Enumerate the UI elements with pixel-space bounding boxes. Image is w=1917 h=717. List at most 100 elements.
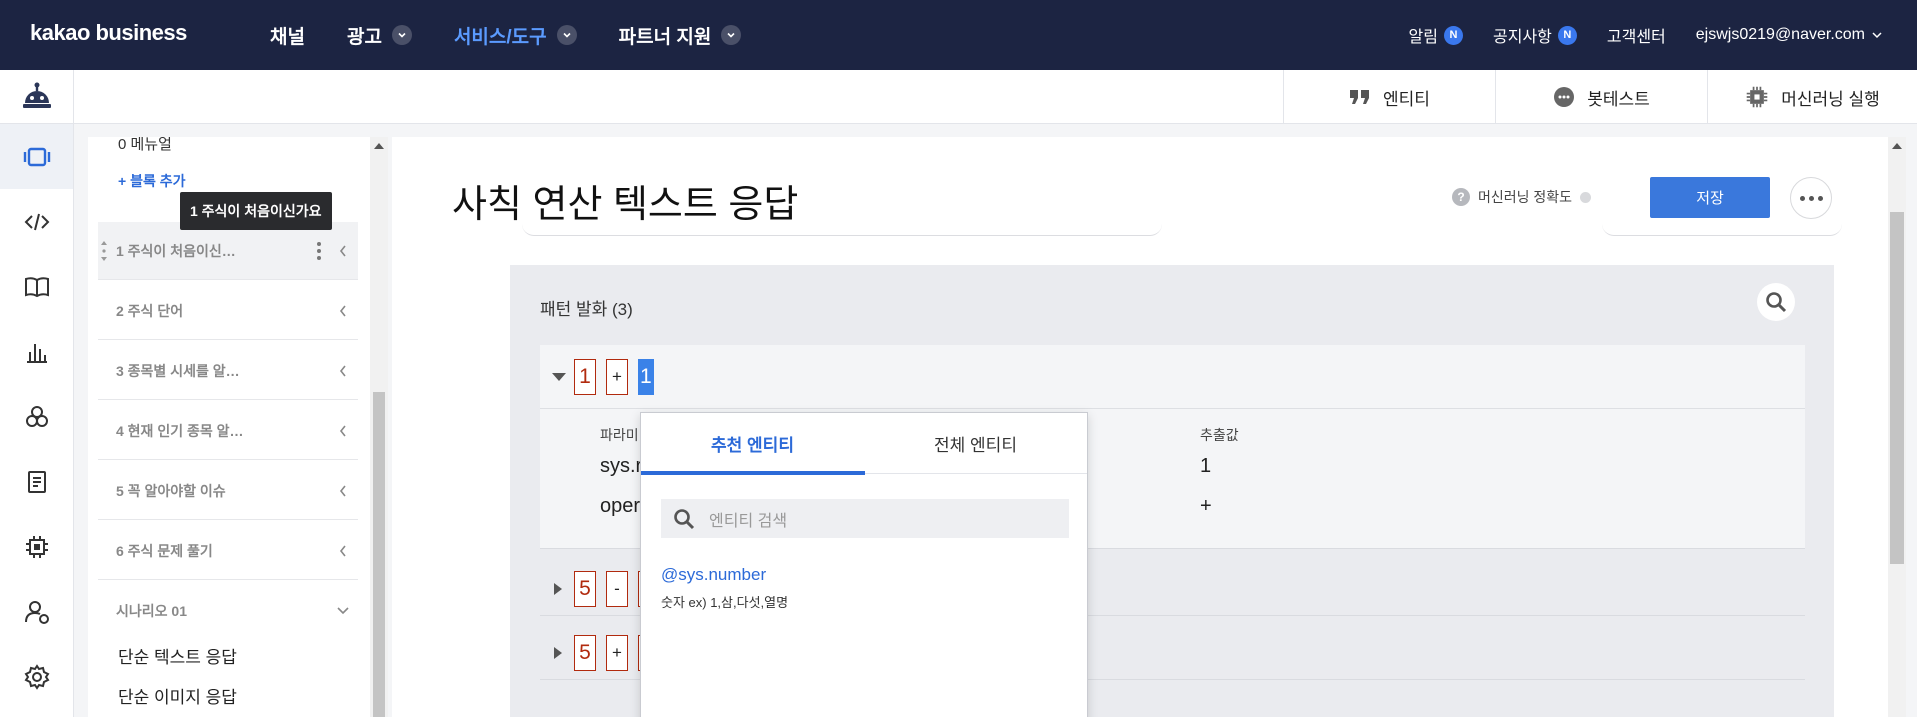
chevron-left-icon[interactable] [338,544,348,558]
bottest-button[interactable]: 봇테스트 [1495,70,1707,124]
param-name[interactable]: oper [600,495,640,518]
new-badge: N [1557,25,1577,45]
book-icon [24,276,49,297]
rail-code[interactable] [0,189,73,254]
search-button[interactable] [1757,283,1795,321]
scroll-up-arrow-icon[interactable] [374,143,384,149]
bottest-label: 봇테스트 [1587,89,1650,109]
block-label: 3 종목별 시세를 알… [116,362,240,379]
account-email: ejswjs0219@naver.com [1695,26,1865,43]
scenario-group[interactable]: 시나리오 01 [98,582,358,640]
chevron-left-icon[interactable] [338,364,348,378]
expand-triangle-icon[interactable] [554,647,562,659]
block-item[interactable]: 6 주식 문제 풀기 [98,522,358,580]
token[interactable]: 1 [574,359,596,395]
kakao-business-logo[interactable]: kakao business [30,20,187,46]
rail-document[interactable] [0,449,73,514]
bot-icon[interactable] [0,70,73,124]
list-scrollbar[interactable] [370,137,388,717]
expand-triangle-icon[interactable] [554,583,562,595]
settings-icon [24,663,49,690]
search-icon [1766,292,1787,313]
chevron-left-icon[interactable] [338,244,348,258]
block-label: 1 주식이 처음이신… [116,242,236,259]
main-content: 사칙 연산 텍스트 응답 ? 머신러닝 정확도 저장 패턴 발화 (3) 1 +… [392,137,1888,717]
help-icon[interactable]: ? [1452,188,1470,206]
entity-button[interactable]: 엔티티 [1283,70,1495,124]
chevron-left-icon[interactable] [338,424,348,438]
ml-run-button[interactable]: 머신러닝 실행 [1707,70,1917,124]
alerts-link[interactable]: 알림 N [1409,23,1463,47]
rail-skill[interactable] [0,384,73,449]
block-label: 2 주식 단어 [116,302,184,319]
main-scrollbar[interactable] [1888,137,1906,717]
rail-knowledge[interactable] [0,254,73,319]
account-menu[interactable]: ejswjs0219@naver.com [1696,26,1883,44]
rail-settings[interactable] [0,644,73,709]
block-item[interactable]: 4 현재 인기 종목 알… [98,402,358,460]
scroll-up-arrow-icon[interactable] [1892,143,1902,149]
block-label: 4 현재 인기 종목 알… [116,422,244,439]
chip-icon [1746,86,1768,108]
nav-partner-label: 파트너 지원 [618,26,712,48]
rail-user-settings[interactable] [0,579,73,644]
entity-search-field[interactable]: 엔티티 검색 [661,499,1069,538]
extract-header: 추출값 [1200,427,1239,443]
entity-dropdown: 추천 엔티티 전체 엔티티 엔티티 검색 @sys.number 숫자 ex) … [640,412,1088,717]
chevron-down-icon [391,25,412,45]
kebab-menu-icon[interactable] [316,241,322,261]
nav-channel[interactable]: 채널 [270,22,305,49]
token[interactable]: 5 [574,635,596,671]
support-link[interactable]: 고객센터 [1607,23,1666,47]
block-label: 6 주식 문제 풀기 [116,542,213,559]
chart-icon [26,343,47,363]
tab-recommended-entity[interactable]: 추천 엔티티 [641,413,865,475]
nav-ads[interactable]: 광고 [347,22,412,49]
token[interactable]: + [606,359,628,395]
param-value: 1 [1200,455,1212,477]
block-item[interactable]: 3 종목별 시세를 알… [98,342,358,400]
more-options-button[interactable] [1790,177,1832,219]
block-item[interactable]: 1 주식이 처음이신… [98,222,358,280]
token-selected[interactable]: 1 [638,359,654,395]
rail-scenario[interactable] [0,124,73,189]
chevron-left-icon[interactable] [338,304,348,318]
page-title: 사칙 연산 텍스트 응답 [452,184,799,226]
chevron-left-icon[interactable] [338,484,348,498]
left-rail [0,70,74,717]
drag-handle-icon[interactable] [100,241,108,261]
chevron-down-icon[interactable] [336,606,350,616]
token[interactable]: + [606,635,628,671]
param-value: + [1200,495,1212,517]
main-menu: 채널 광고 서비스/도구 파트너 지원 [270,0,742,70]
rail-analytics[interactable] [0,319,73,384]
save-button[interactable]: 저장 [1650,177,1770,218]
block-item[interactable]: 2 주식 단어 [98,282,358,340]
sub-item[interactable]: 단순 텍스트 응답 [118,643,237,668]
ml-accuracy-label: 머신러닝 정확도 [1478,189,1573,205]
nav-partner-support[interactable]: 파트너 지원 [619,22,742,49]
scroll-thumb[interactable] [1890,212,1904,564]
block-item[interactable]: 5 꼭 알아야할 이슈 [98,462,358,520]
tab-all-entity[interactable]: 전체 엔티티 [864,413,1087,474]
notice-link[interactable]: 공지사항 N [1493,23,1577,47]
token[interactable]: 5 [574,571,596,607]
search-icon [674,508,695,529]
chevron-down-icon [721,25,742,45]
nav-services-tools[interactable]: 서비스/도구 [454,22,577,49]
rail-ml[interactable] [0,514,73,579]
sub-item[interactable]: 단순 이미지 응답 [118,683,237,708]
token[interactable]: - [606,571,628,607]
pattern-title: 패턴 발화 (3) [540,300,633,319]
scroll-thumb[interactable] [373,392,385,717]
add-block-button[interactable]: + 블록 추가 [118,171,185,191]
param-name[interactable]: sys.r [600,455,642,478]
collapse-triangle-icon[interactable] [552,373,566,381]
user-settings-icon [24,600,49,624]
document-icon [27,470,46,493]
ml-run-label: 머신러닝 실행 [1781,89,1880,109]
block-tooltip: 1 주식이 처음이신가요 [180,192,332,230]
entity-option-name[interactable]: @sys.number [661,565,766,585]
quote-icon [1350,90,1370,104]
partial-menu-item[interactable]: 0 메뉴얼 [118,137,172,154]
